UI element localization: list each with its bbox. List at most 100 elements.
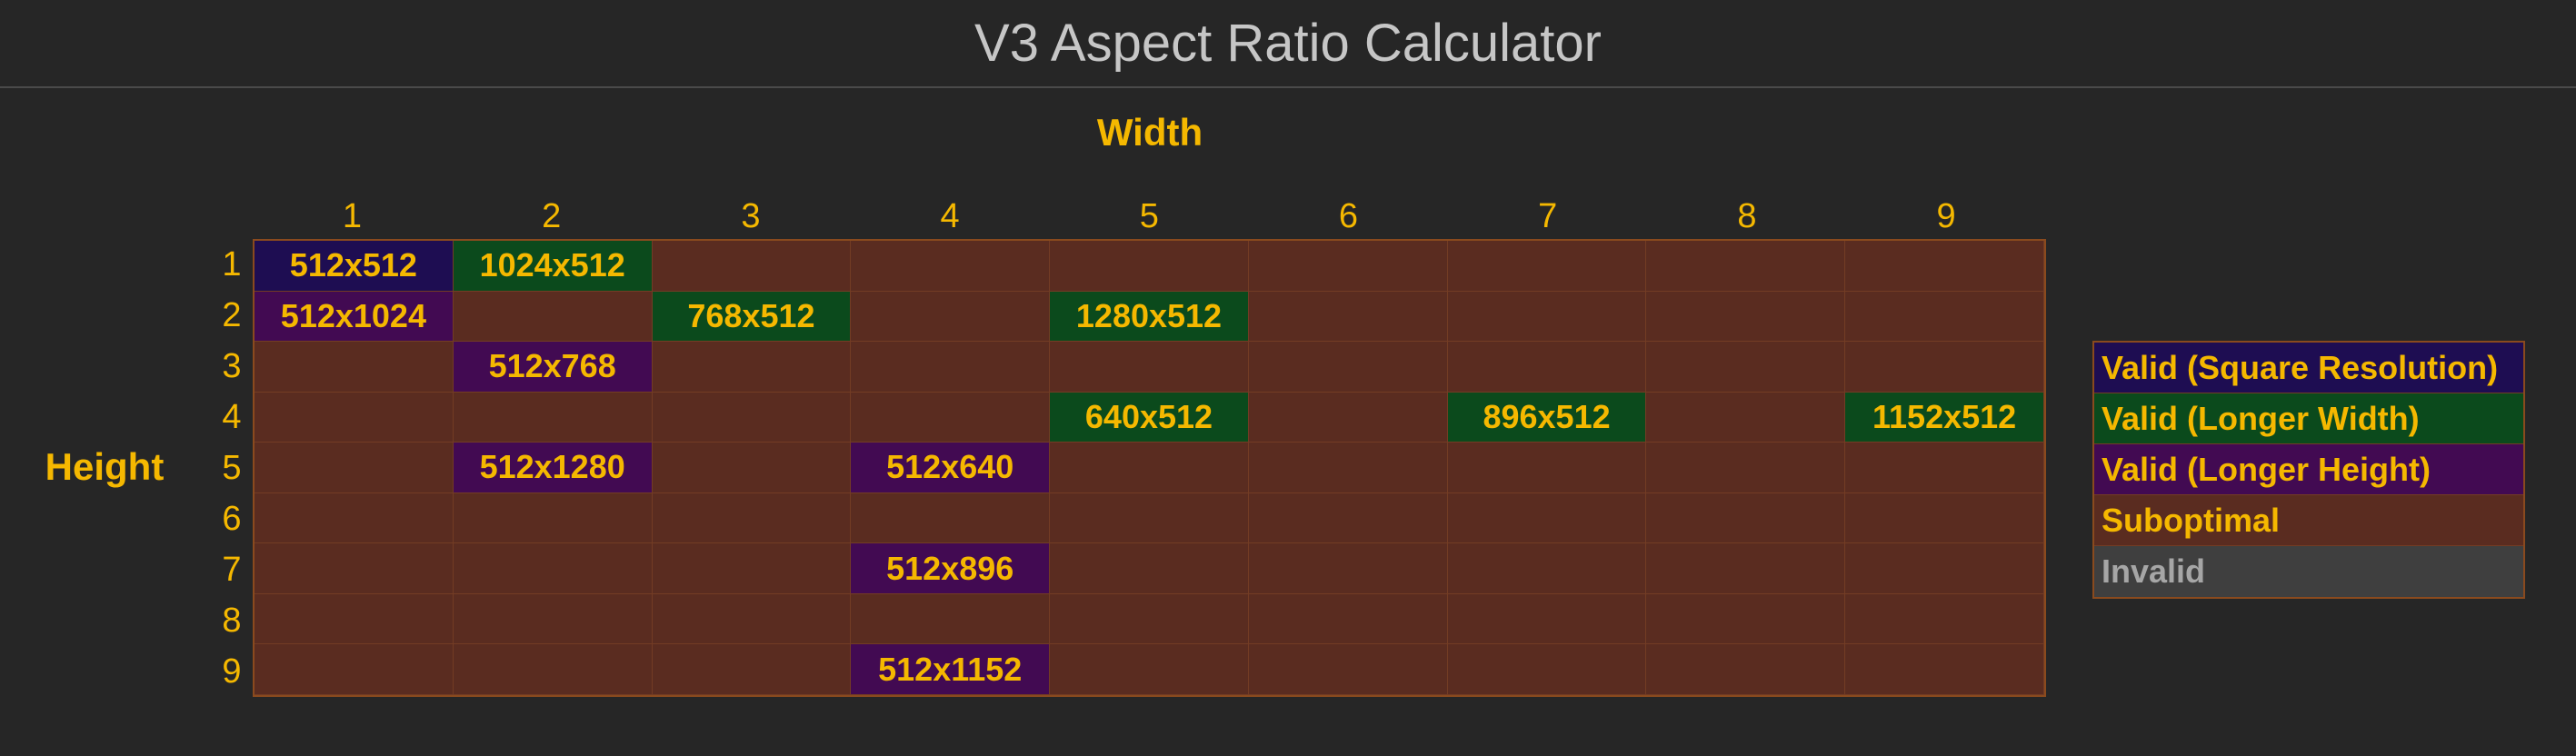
legend-item-invalid: Invalid [2094, 546, 2523, 597]
grid-cell [1845, 543, 2044, 594]
row-header: 3 [222, 347, 242, 385]
column-header: 7 [1538, 197, 1558, 235]
grid-cell [1646, 443, 1846, 493]
grid-cell [1646, 291, 1846, 343]
grid-cell [1248, 543, 1448, 594]
grid-cell [1050, 443, 1249, 493]
grid-cell [255, 543, 454, 594]
grid-cell [652, 241, 852, 292]
grid-cell [1248, 593, 1448, 645]
grid-cell [652, 593, 852, 645]
column-header: 5 [1139, 197, 1159, 235]
grid-cell [1248, 443, 1448, 493]
grid-cell [851, 291, 1051, 343]
grid-cell [1845, 241, 2044, 292]
grid-cell [453, 392, 653, 443]
grid-cell [453, 543, 653, 594]
grid-cell: 1152x512 [1845, 392, 2044, 443]
grid-cell [1845, 644, 2044, 695]
legend-item-square: Valid (Square Resolution) [2094, 343, 2523, 393]
legend: Valid (Square Resolution) Valid (Longer W… [2092, 341, 2525, 599]
grid-cell [1248, 392, 1448, 443]
grid-cell: 512x768 [453, 342, 653, 393]
grid-cell [1646, 342, 1846, 393]
grid-cell [1050, 492, 1249, 544]
grid-cell [1050, 543, 1249, 594]
column-header: 3 [741, 197, 761, 235]
row-header: 9 [222, 652, 242, 691]
grid-cell [1447, 543, 1647, 594]
legend-item-suboptimal: Suboptimal [2094, 495, 2523, 546]
grid-cell [1845, 492, 2044, 544]
grid-cell: 896x512 [1447, 392, 1647, 443]
grid-cell [652, 392, 852, 443]
grid-cell [1050, 241, 1249, 292]
page-title: V3 Aspect Ratio Calculator [974, 14, 1602, 73]
grid-cell [255, 644, 454, 695]
grid-cell [652, 644, 852, 695]
grid-cell [453, 492, 653, 544]
grid-cell [652, 492, 852, 544]
grid-cell [255, 443, 454, 493]
ratio-grid: 512x512 1024x512 512x1024 768x512 1280x512 51… [253, 239, 2046, 697]
grid-cell [255, 593, 454, 645]
column-header: 2 [542, 197, 562, 235]
column-header: 4 [940, 197, 960, 235]
grid-cell: 512x640 [851, 443, 1051, 493]
grid-cell [1447, 644, 1647, 695]
grid-cell [1646, 392, 1846, 443]
row-header: 8 [222, 602, 242, 640]
grid-cell [1646, 241, 1846, 292]
legend-item-height: Valid (Longer Height) [2094, 444, 2523, 495]
grid-cell: 640x512 [1050, 392, 1249, 443]
grid-cell [1646, 644, 1846, 695]
grid-cell [1248, 644, 1448, 695]
row-header: 4 [222, 398, 242, 436]
title-bar: V3 Aspect Ratio Calculator [0, 0, 2576, 88]
grid-cell [1646, 543, 1846, 594]
row-header: 1 [222, 245, 242, 284]
legend-item-width: Valid (Longer Width) [2094, 393, 2523, 444]
grid-cell [1248, 241, 1448, 292]
grid-cell [1646, 492, 1846, 544]
row-header: 7 [222, 551, 242, 589]
grid-cell: 1024x512 [453, 241, 653, 292]
column-header: 9 [1936, 197, 1956, 235]
grid-cell [851, 342, 1051, 393]
grid-cell [652, 543, 852, 594]
grid-cell [1050, 644, 1249, 695]
column-header: 1 [342, 197, 363, 235]
grid-cell [851, 392, 1051, 443]
grid-cell [1248, 492, 1448, 544]
grid-cell [1845, 342, 2044, 393]
grid-cell: 512x1152 [851, 644, 1051, 695]
grid-cell [1248, 291, 1448, 343]
grid-cell [652, 342, 852, 393]
grid-cell [1646, 593, 1846, 645]
grid-cell [1447, 593, 1647, 645]
grid-cell: 512x512 [255, 241, 454, 292]
grid-cell [453, 593, 653, 645]
row-header: 6 [222, 500, 242, 538]
grid-cell: 512x1280 [453, 443, 653, 493]
grid-cell [652, 443, 852, 493]
grid-cell [1447, 291, 1647, 343]
grid-cell [1050, 593, 1249, 645]
grid-cell [255, 492, 454, 544]
grid-cell [1447, 342, 1647, 393]
row-header: 5 [222, 449, 242, 487]
grid-cell [453, 644, 653, 695]
grid-cell [255, 392, 454, 443]
height-axis-label: Height [45, 445, 165, 488]
grid-cell [1447, 443, 1647, 493]
grid-cell [1845, 291, 2044, 343]
grid-cell [1845, 593, 2044, 645]
grid-cell [1845, 443, 2044, 493]
grid-cell [851, 593, 1051, 645]
column-header: 6 [1338, 197, 1359, 235]
column-header: 8 [1737, 197, 1757, 235]
grid-cell [1447, 241, 1647, 292]
grid-cell [851, 492, 1051, 544]
grid-cell [255, 342, 454, 393]
grid-cell [453, 291, 653, 343]
